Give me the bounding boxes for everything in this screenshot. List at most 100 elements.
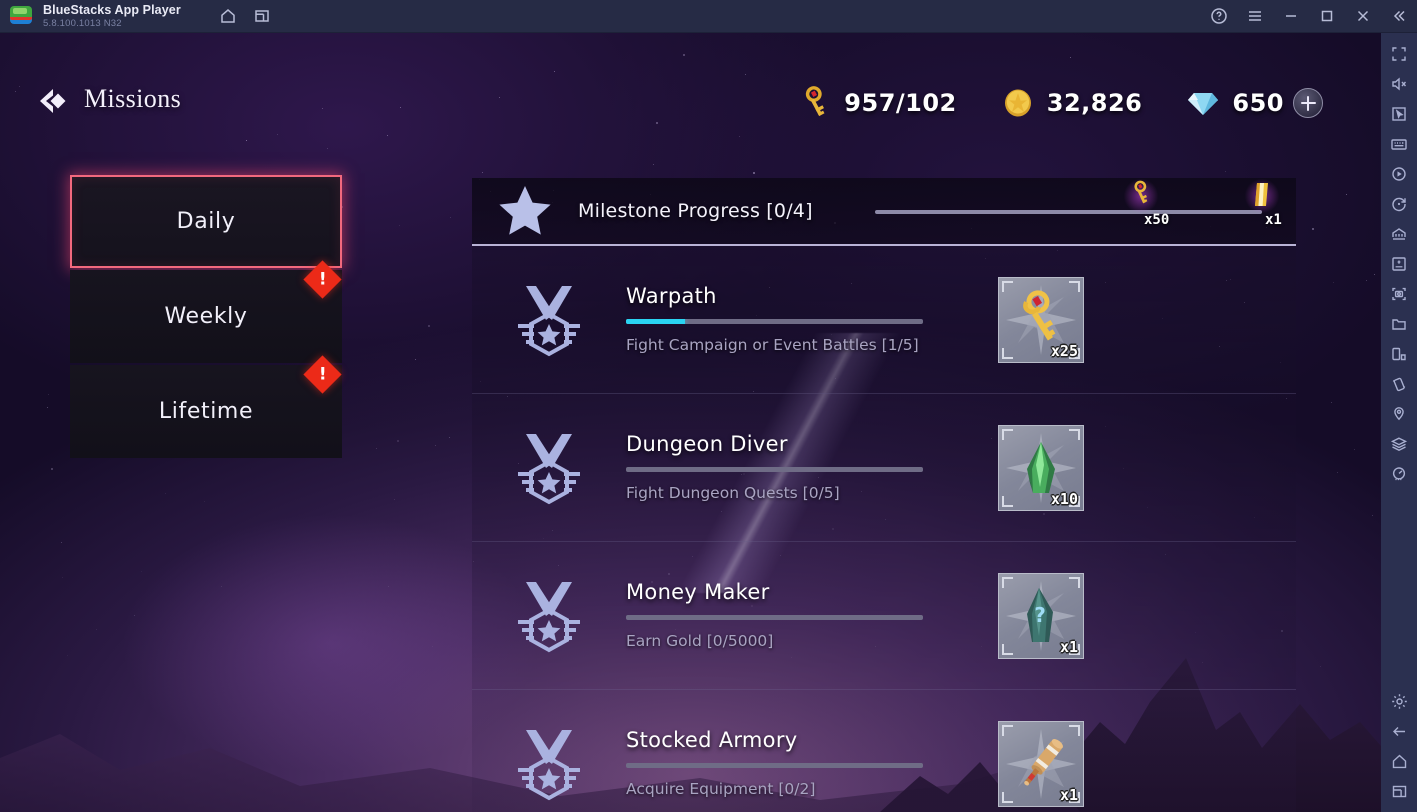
tab-daily-label: Daily <box>176 209 236 234</box>
currency-bar: 957/102 32,826 650 <box>752 85 1323 121</box>
bluestacks-logo-icon <box>10 5 32 27</box>
mystery-crystal-item: ? <box>1027 587 1053 642</box>
mission-progress-bar <box>626 466 923 472</box>
currency-diamond-value: 650 <box>1232 89 1284 117</box>
mission-row[interactable]: Money Maker Earn Gold [0/5000] ? x1 <box>472 542 1296 690</box>
mission-title: Stocked Armory <box>626 728 798 753</box>
back-icon[interactable] <box>1381 716 1417 746</box>
recents-icon[interactable] <box>1381 776 1417 806</box>
mission-description: Earn Gold [0/5000] <box>626 631 774 650</box>
install-apk-icon[interactable] <box>1381 249 1417 279</box>
mission-body: Warpath Fight Campaign or Event Battles … <box>626 284 986 355</box>
macro-icon[interactable] <box>1381 159 1417 189</box>
mission-category-tabs: Daily Weekly ! Lifetime ! <box>70 175 342 460</box>
mission-medal-icon <box>472 576 626 656</box>
mission-reward-qty: x1 <box>1059 786 1078 804</box>
rotate-icon[interactable] <box>1381 189 1417 219</box>
screenshot-icon[interactable] <box>1381 279 1417 309</box>
help-icon[interactable] <box>1201 0 1237 33</box>
mission-row[interactable]: Dungeon Diver Fight Dungeon Quests [0/5] <box>472 394 1296 542</box>
tab-lifetime-badge-label: ! <box>318 363 327 384</box>
titlebar-controls <box>1201 0 1417 33</box>
currency-diamond[interactable]: 650 <box>1186 88 1323 118</box>
mission-reward-qty: x1 <box>1059 637 1078 656</box>
titlebar-nav-group <box>211 0 279 33</box>
mission-title: Money Maker <box>626 579 770 604</box>
mission-row[interactable]: Warpath Fight Campaign or Event Battles … <box>472 246 1296 394</box>
game-header: Missions 957/102 32,826 650 <box>0 33 1381 118</box>
mission-reward[interactable]: x1 <box>998 721 1084 807</box>
scroll-icon <box>1255 183 1268 206</box>
currency-key-value: 957/102 <box>844 89 957 117</box>
location-icon[interactable] <box>1381 399 1417 429</box>
tab-lifetime[interactable]: Lifetime ! <box>70 355 342 458</box>
mission-body: Money Maker Earn Gold [0/5000] <box>626 580 986 651</box>
mission-reward[interactable]: ? x1 <box>998 572 1084 659</box>
milestone-progress-row: Milestone Progress [0/4] x50 x1 <box>472 178 1296 246</box>
menu-icon[interactable] <box>1237 0 1273 33</box>
gold-coin-icon <box>1004 89 1031 117</box>
cursor-icon[interactable] <box>1381 99 1417 129</box>
tab-weekly-label: Weekly <box>164 304 248 329</box>
mission-description: Fight Dungeon Quests [0/5] <box>626 483 840 502</box>
mission-body: Stocked Armory Acquire Equipment [0/2] <box>626 728 986 799</box>
mission-description: Fight Campaign or Event Battles [1/5] <box>626 335 919 354</box>
currency-key[interactable]: 957/102 <box>796 85 956 121</box>
home-icon[interactable] <box>211 0 245 33</box>
mission-title: Warpath <box>626 283 717 308</box>
collapse-icon[interactable] <box>1381 0 1417 33</box>
app-title: BlueStacks App Player <box>43 2 181 17</box>
mission-reward[interactable]: x10 <box>998 424 1084 511</box>
mission-body: Dungeon Diver Fight Dungeon Quests [0/5] <box>626 432 986 503</box>
multi-instance-icon[interactable] <box>1381 219 1417 249</box>
back-button[interactable] <box>34 83 72 119</box>
star-icon <box>472 184 578 238</box>
milestone-node-1-qty: x50 <box>1144 212 1170 228</box>
green-crystal-item <box>1027 441 1055 493</box>
minimize-icon[interactable] <box>1273 0 1309 33</box>
mute-icon[interactable] <box>1381 69 1417 99</box>
close-icon[interactable] <box>1345 0 1381 33</box>
mission-progress-bar <box>626 763 923 769</box>
titlebar-text-group: BlueStacks App Player 5.8.100.1013 N32 <box>43 2 181 29</box>
currency-gold[interactable]: 32,826 <box>1001 86 1143 120</box>
mission-description: Acquire Equipment [0/2] <box>626 780 816 799</box>
home-icon[interactable] <box>1381 746 1417 776</box>
maximize-icon[interactable] <box>1309 0 1345 33</box>
shake-icon[interactable] <box>1381 369 1417 399</box>
window-titlebar: BlueStacks App Player 5.8.100.1013 N32 <box>0 0 1417 33</box>
mission-medal-icon <box>472 724 626 804</box>
media-folder-icon[interactable] <box>1381 309 1417 339</box>
tab-lifetime-label: Lifetime <box>158 399 254 424</box>
milestone-node-2-qty: x1 <box>1265 212 1282 228</box>
tab-weekly-badge-label: ! <box>318 268 327 289</box>
fullscreen-icon[interactable] <box>1381 39 1417 69</box>
layout-icon[interactable] <box>1381 339 1417 369</box>
mission-row[interactable]: Stocked Armory Acquire Equipment [0/2] x… <box>472 690 1296 812</box>
bluestacks-sidebar <box>1381 33 1417 812</box>
missions-panel: Milestone Progress [0/4] x50 x1 Warpath … <box>472 178 1296 812</box>
add-diamonds-button[interactable] <box>1293 88 1323 118</box>
instances-icon[interactable] <box>245 0 279 33</box>
mission-reward[interactable]: x25 <box>998 276 1084 363</box>
mission-medal-icon <box>472 280 626 360</box>
tab-daily[interactable]: Daily <box>70 175 342 268</box>
keyboard-icon[interactable] <box>1381 129 1417 159</box>
mission-reward-qty: x10 <box>1050 489 1078 508</box>
page-title: Missions <box>84 84 182 113</box>
mission-reward-qty: x25 <box>1050 341 1078 360</box>
key-icon <box>806 86 825 117</box>
svg-text:?: ? <box>1034 603 1046 627</box>
diamond-icon <box>1188 93 1219 115</box>
mission-progress-bar <box>626 614 923 620</box>
milestone-progress-track: x50 x1 <box>875 178 1282 228</box>
layers-icon[interactable] <box>1381 429 1417 459</box>
mission-title: Dungeon Diver <box>626 431 788 456</box>
game-viewport: Missions 957/102 32,826 650 Daily Weekly… <box>0 33 1381 812</box>
app-version: 5.8.100.1013 N32 <box>43 18 122 29</box>
currency-gold-value: 32,826 <box>1046 89 1143 117</box>
milestone-label: Milestone Progress [0/4] <box>578 200 813 222</box>
tab-weekly[interactable]: Weekly ! <box>70 260 342 363</box>
settings-icon[interactable] <box>1381 686 1417 716</box>
eco-mode-icon[interactable] <box>1381 459 1417 489</box>
